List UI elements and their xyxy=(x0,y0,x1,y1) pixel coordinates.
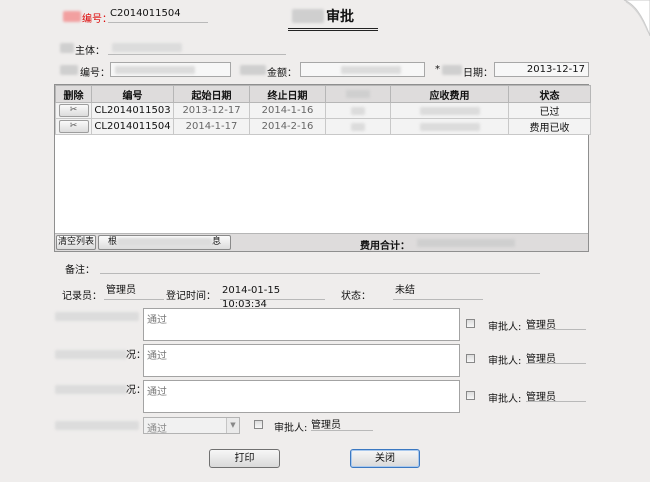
col-header-delete: 删除 xyxy=(55,85,92,103)
approver-label-1: 审批人: xyxy=(488,322,522,333)
subject-field[interactable] xyxy=(108,40,286,55)
final-approval-select[interactable]: 通过 ▼ xyxy=(143,417,240,435)
remarks-field[interactable] xyxy=(100,258,540,274)
approval-checkbox-1[interactable] xyxy=(466,319,475,328)
page-curl-icon xyxy=(616,0,650,36)
delete-icon[interactable]: ✂ xyxy=(58,120,89,133)
col-header-number: 编号 xyxy=(91,85,174,103)
close-button[interactable]: 关闭 xyxy=(350,449,420,468)
fetch-button-suffix: 息 xyxy=(212,237,222,247)
row-start-date: 2013-12-17 xyxy=(173,102,250,119)
approval-label-1 xyxy=(55,312,139,321)
remarks-label: 备注： xyxy=(65,265,95,276)
row-number: CL2014011503 xyxy=(91,102,174,119)
delete-cell[interactable]: ✂ xyxy=(55,118,92,135)
table-footer: 清空列表 根息 费用合计： xyxy=(55,233,588,252)
recorder-field[interactable]: 管理员 xyxy=(104,284,164,300)
approval-opinion-1[interactable]: 通过 xyxy=(143,308,460,341)
time-label: 登记时间： xyxy=(166,291,216,302)
amount-field[interactable] xyxy=(300,62,425,77)
approver-field-1[interactable]: 管理员 xyxy=(526,316,586,331)
redacted-text xyxy=(63,11,81,22)
row-fee xyxy=(390,118,509,135)
subject-label: 主体： xyxy=(75,46,105,57)
total-label: 费用合计： xyxy=(360,241,410,252)
row-end-date: 2014-1-16 xyxy=(249,102,326,119)
redacted-text xyxy=(60,43,74,53)
row-status: 已过 xyxy=(508,102,591,119)
contract-label: 编号： xyxy=(80,68,110,79)
recorder-label: 记录员： xyxy=(62,291,102,302)
final-approver-field[interactable]: 管理员 xyxy=(311,416,373,431)
page-title: 审批 xyxy=(326,9,354,25)
final-approval-select-value: 通过 xyxy=(147,424,167,435)
redacted-text xyxy=(240,65,266,75)
redacted-text xyxy=(442,65,462,75)
row-fee xyxy=(390,102,509,119)
row-redacted xyxy=(325,118,391,135)
title-underline xyxy=(288,28,378,31)
contract-field[interactable] xyxy=(110,62,231,77)
col-header-end-date: 终止日期 xyxy=(249,85,326,103)
final-approval-checkbox[interactable] xyxy=(254,420,263,429)
row-status: 费用已收 xyxy=(508,118,591,135)
status-field[interactable]: 未结 xyxy=(393,284,483,300)
approval-opinion-2[interactable]: 通过 xyxy=(143,344,460,377)
amount-label: 金额： xyxy=(267,68,297,79)
table-header-row: 删除 编号 起始日期 终止日期 应收费用 状态 xyxy=(55,85,591,103)
final-approval-label xyxy=(55,421,139,430)
col-header-start-date: 起始日期 xyxy=(173,85,250,103)
approval-label-2 xyxy=(55,350,127,359)
approval-opinion-3[interactable]: 通过 xyxy=(143,380,460,413)
table-row[interactable]: ✂ CL2014011504 2014-1-17 2014-2-16 费用已收 xyxy=(55,118,591,135)
redacted-text xyxy=(60,65,78,75)
col-header-status: 状态 xyxy=(508,85,591,103)
approver-label-2: 审批人: xyxy=(488,356,522,367)
date-label: 日期： xyxy=(463,68,493,79)
number-field[interactable]: C2014011504 xyxy=(108,8,208,23)
row-number: CL2014011504 xyxy=(91,118,174,135)
approver-label-3: 审批人: xyxy=(488,394,522,405)
print-button[interactable]: 打印 xyxy=(209,449,280,468)
approval-label-3 xyxy=(55,385,127,394)
fetch-button-prefix: 根 xyxy=(107,237,117,247)
table-row[interactable]: ✂ CL2014011503 2013-12-17 2014-1-16 已过 xyxy=(55,102,591,119)
final-approver-label: 审批人: xyxy=(274,423,308,434)
approval-checkbox-2[interactable] xyxy=(466,354,475,363)
approver-field-3[interactable]: 管理员 xyxy=(526,388,586,403)
approval-checkbox-3[interactable] xyxy=(466,391,475,400)
status-label: 状态： xyxy=(341,291,371,302)
required-mark: * xyxy=(435,64,440,75)
row-end-date: 2014-2-16 xyxy=(249,118,326,135)
fee-table: 删除 编号 起始日期 终止日期 应收费用 状态 ✂ CL2014011503 2… xyxy=(54,84,591,252)
fetch-info-button[interactable]: 根息 xyxy=(98,235,231,250)
clear-list-button[interactable]: 清空列表 xyxy=(56,235,96,250)
date-field[interactable]: 2013-12-17 xyxy=(494,62,589,77)
row-redacted xyxy=(325,102,391,119)
col-header-fee: 应收费用 xyxy=(390,85,509,103)
chevron-down-icon[interactable]: ▼ xyxy=(226,418,239,433)
time-field[interactable]: 2014-01-15 10:03:34 xyxy=(220,284,325,310)
delete-icon[interactable]: ✂ xyxy=(58,104,89,117)
redacted-text xyxy=(292,9,324,23)
col-header-redacted xyxy=(325,85,391,103)
row-start-date: 2014-1-17 xyxy=(173,118,250,135)
delete-cell[interactable]: ✂ xyxy=(55,102,92,119)
approver-field-2[interactable]: 管理员 xyxy=(526,350,586,365)
total-value xyxy=(417,239,515,247)
